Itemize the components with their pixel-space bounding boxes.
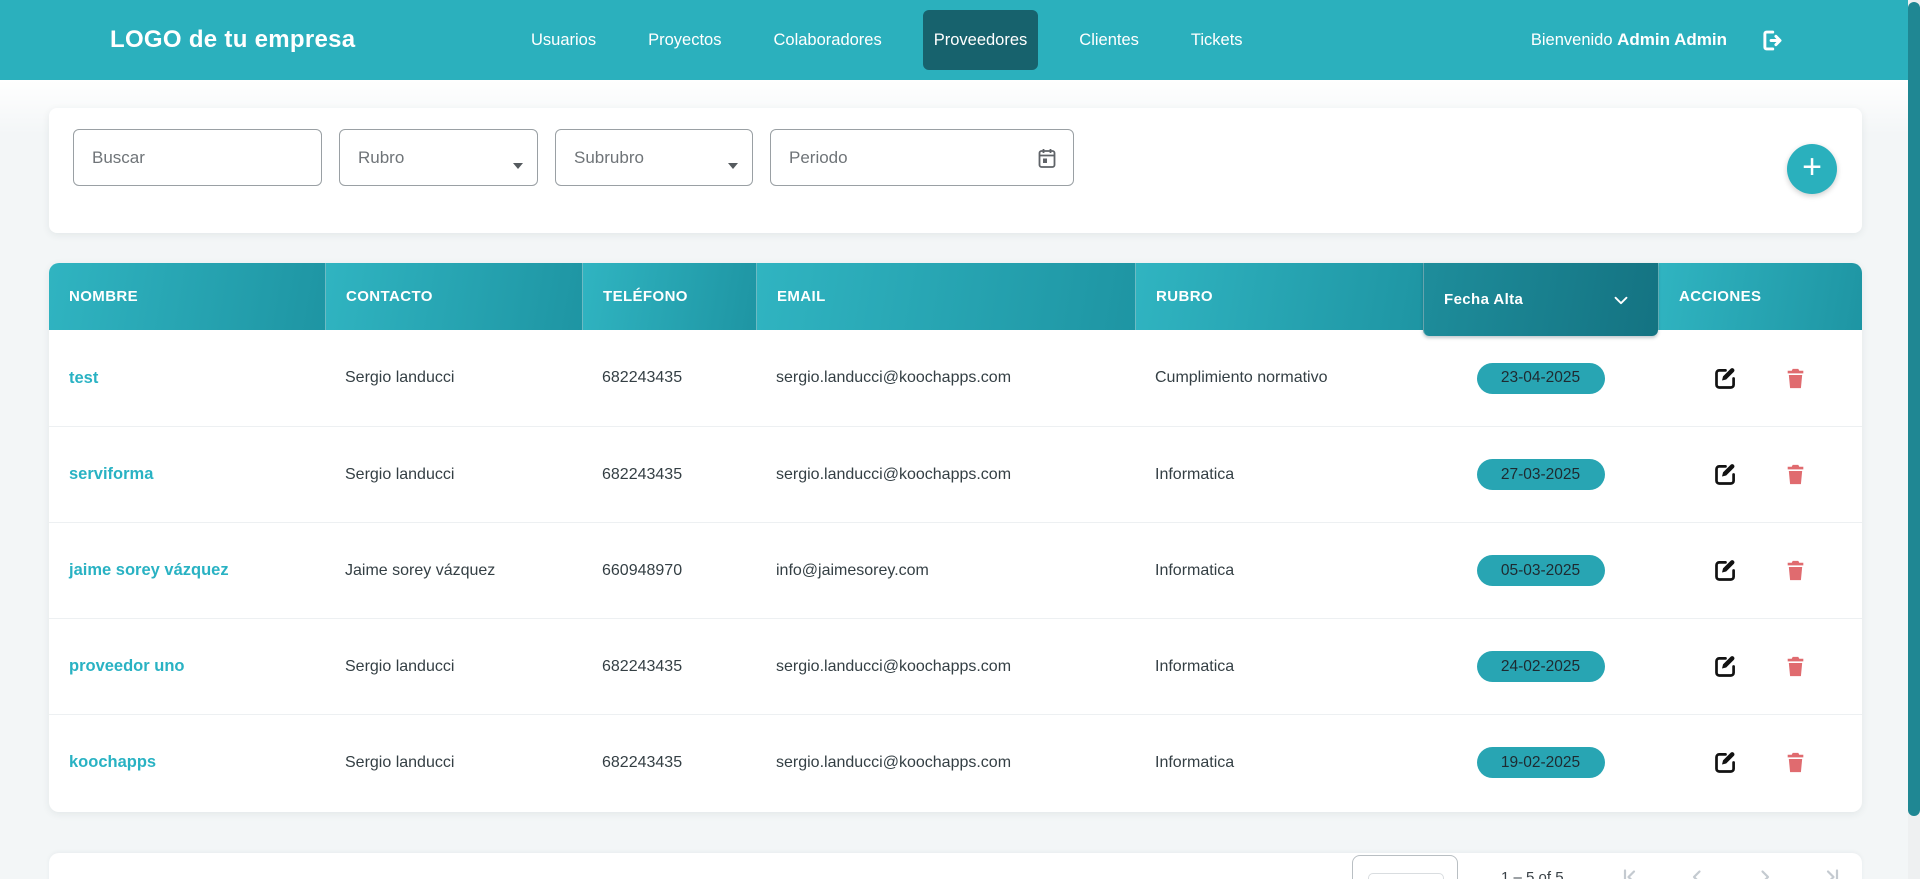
column-header-rubro[interactable]: RUBRO <box>1135 263 1423 330</box>
contact-cell: Sergio landucci <box>325 619 582 714</box>
rubro-cell: Informatica <box>1135 619 1423 714</box>
calendar-icon[interactable] <box>1035 146 1059 170</box>
sort-chevron-icon <box>1610 289 1632 311</box>
nav-item-colaboradores[interactable]: Colaboradores <box>762 10 892 70</box>
subrubro-select[interactable]: Subrubro <box>555 129 753 186</box>
previous-page-button[interactable] <box>1681 861 1713 879</box>
chevron-down-icon <box>513 163 523 169</box>
page-size-value-box <box>1368 873 1444 879</box>
search-field[interactable] <box>73 129 322 186</box>
contact-cell: Sergio landucci <box>325 427 582 522</box>
fecha-alta-badge: 05-03-2025 <box>1477 555 1605 586</box>
email-cell: sergio.landucci@koochapps.com <box>756 330 1135 426</box>
column-header-email[interactable]: EMAIL <box>756 263 1135 330</box>
periodo-field[interactable] <box>770 129 1074 186</box>
provider-name-link[interactable]: test <box>69 369 98 388</box>
paginator: 1 – 5 of 5 <box>49 853 1862 879</box>
chevron-down-icon <box>728 163 738 169</box>
phone-cell: 682243435 <box>582 427 756 522</box>
fecha-alta-header-label: Fecha Alta <box>1444 291 1523 308</box>
nav-item-proveedores[interactable]: Proveedores <box>923 10 1039 70</box>
delete-icon[interactable] <box>1783 366 1808 391</box>
email-cell: info@jaimesorey.com <box>756 523 1135 618</box>
column-header-nombre[interactable]: NOMBRE <box>49 263 325 330</box>
next-page-button[interactable] <box>1749 861 1781 879</box>
table-row: test Sergio landucci 682243435 sergio.la… <box>49 330 1862 426</box>
table-row: serviforma Sergio landucci 682243435 ser… <box>49 426 1862 522</box>
last-page-button[interactable] <box>1817 861 1849 879</box>
fecha-alta-badge: 23-04-2025 <box>1477 363 1605 394</box>
delete-icon[interactable] <box>1783 654 1808 679</box>
contact-cell: Sergio landucci <box>325 715 582 810</box>
page-size-select[interactable] <box>1352 855 1458 879</box>
provider-name-link[interactable]: koochapps <box>69 753 156 772</box>
rubro-select-label: Rubro <box>358 148 404 168</box>
logout-button[interactable] <box>1757 27 1784 54</box>
fecha-alta-badge: 19-02-2025 <box>1477 747 1605 778</box>
edit-icon[interactable] <box>1712 653 1739 680</box>
provider-name-link[interactable]: jaime sorey vázquez <box>69 561 229 580</box>
rubro-cell: Informatica <box>1135 523 1423 618</box>
rubro-select[interactable]: Rubro <box>339 129 538 186</box>
filters-card: Rubro Subrubro + <box>49 108 1862 233</box>
providers-table: NOMBRE CONTACTO TELÉFONO EMAIL RUBRO Fec… <box>49 263 1862 812</box>
edit-icon[interactable] <box>1712 557 1739 584</box>
provider-name-link[interactable]: serviforma <box>69 465 153 484</box>
rubro-cell: Informatica <box>1135 715 1423 810</box>
rubro-cell: Cumplimiento normativo <box>1135 330 1423 426</box>
column-header-contacto[interactable]: CONTACTO <box>325 263 582 330</box>
table-row: jaime sorey vázquez Jaime sorey vázquez … <box>49 522 1862 618</box>
first-page-button[interactable] <box>1613 861 1645 879</box>
edit-icon[interactable] <box>1712 365 1739 392</box>
provider-name-link[interactable]: proveedor uno <box>69 657 185 676</box>
delete-icon[interactable] <box>1783 750 1808 775</box>
nav-item-clientes[interactable]: Clientes <box>1068 10 1150 70</box>
column-header-fecha-alta[interactable]: Fecha Alta <box>1423 263 1658 336</box>
main-nav-menu: Usuarios Proyectos Colaboradores Proveed… <box>520 0 1254 80</box>
scrollbar-thumb[interactable] <box>1908 2 1920 816</box>
phone-cell: 682243435 <box>582 715 756 810</box>
table-row: proveedor uno Sergio landucci 682243435 … <box>49 618 1862 714</box>
nav-item-proyectos[interactable]: Proyectos <box>637 10 732 70</box>
logout-icon <box>1757 27 1784 54</box>
column-header-telefono[interactable]: TELÉFONO <box>582 263 756 330</box>
welcome-text: Bienvenido Admin Admin <box>1531 30 1727 50</box>
table-row: koochapps Sergio landucci 682243435 serg… <box>49 714 1862 810</box>
edit-icon[interactable] <box>1712 461 1739 488</box>
phone-cell: 660948970 <box>582 523 756 618</box>
table-header-row: NOMBRE CONTACTO TELÉFONO EMAIL RUBRO Fec… <box>49 263 1862 330</box>
periodo-input[interactable] <box>789 148 1035 168</box>
rubro-cell: Informatica <box>1135 427 1423 522</box>
delete-icon[interactable] <box>1783 462 1808 487</box>
edit-icon[interactable] <box>1712 749 1739 776</box>
top-navbar: LOGO de tu empresa Usuarios Proyectos Co… <box>0 0 1920 80</box>
company-logo: LOGO de tu empresa <box>110 26 355 54</box>
subrubro-select-label: Subrubro <box>574 148 644 168</box>
email-cell: sergio.landucci@koochapps.com <box>756 427 1135 522</box>
contact-cell: Jaime sorey vázquez <box>325 523 582 618</box>
phone-cell: 682243435 <box>582 619 756 714</box>
delete-icon[interactable] <box>1783 558 1808 583</box>
column-header-acciones: ACCIONES <box>1658 263 1862 330</box>
page-range-label: 1 – 5 of 5 <box>1501 869 1564 879</box>
phone-cell: 682243435 <box>582 330 756 426</box>
contact-cell: Sergio landucci <box>325 330 582 426</box>
scrollbar-track[interactable] <box>1908 0 1920 879</box>
email-cell: sergio.landucci@koochapps.com <box>756 619 1135 714</box>
email-cell: sergio.landucci@koochapps.com <box>756 715 1135 810</box>
current-user-name: Admin Admin <box>1617 30 1727 49</box>
fecha-alta-badge: 24-02-2025 <box>1477 651 1605 682</box>
search-input[interactable] <box>92 148 307 168</box>
fecha-alta-badge: 27-03-2025 <box>1477 459 1605 490</box>
add-provider-button[interactable]: + <box>1787 144 1837 194</box>
nav-item-tickets[interactable]: Tickets <box>1180 10 1254 70</box>
nav-item-usuarios[interactable]: Usuarios <box>520 10 607 70</box>
